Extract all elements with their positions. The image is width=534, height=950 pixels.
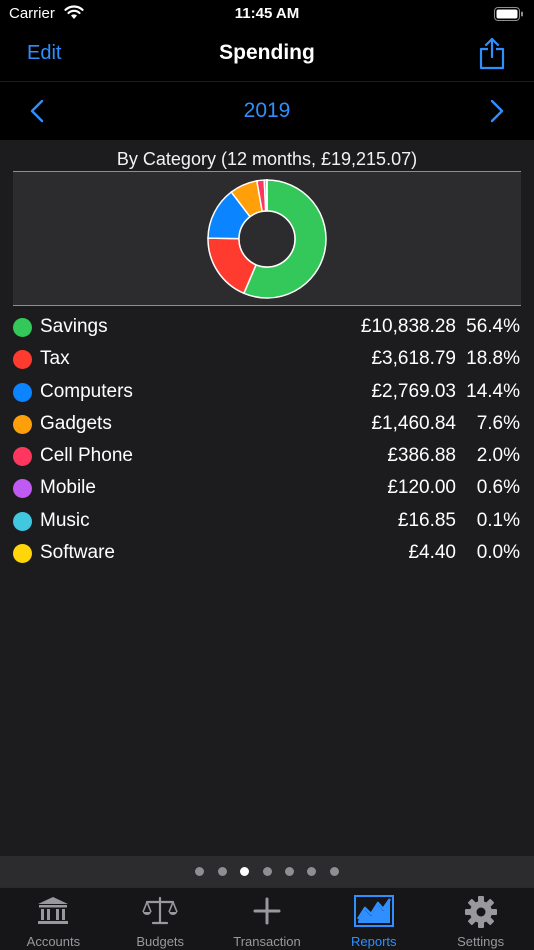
page-dot[interactable] <box>217 867 227 876</box>
category-amount: £16.85 <box>397 509 456 531</box>
page-title: Spending <box>219 41 315 64</box>
tab-budgets[interactable]: Budgets <box>107 888 214 950</box>
page-dots-row <box>0 867 534 876</box>
tab-label-budgets: Budgets <box>136 934 185 949</box>
category-name: Gadgets <box>40 412 112 434</box>
navigation-bar: Edit Spending <box>0 28 534 82</box>
legend-color-dot <box>13 414 32 434</box>
tab-accounts[interactable]: Accounts <box>0 888 107 950</box>
category-percent: 0.0% <box>476 542 520 564</box>
legend-row[interactable]: Mobile £120.00 0.6% <box>0 473 534 505</box>
status-bar: Carrier 11:45 AM <box>0 0 534 28</box>
chart-icon <box>353 895 394 927</box>
tab-reports[interactable]: Reports <box>320 888 427 950</box>
category-percent: 56.4% <box>466 316 520 337</box>
category-percent: 0.6% <box>476 477 520 499</box>
category-amount: £2,769.03 <box>371 380 456 402</box>
category-percent: 14.4% <box>466 380 520 402</box>
legend-row[interactable]: Music £16.85 0.1% <box>0 506 534 538</box>
page-dot[interactable] <box>240 867 250 876</box>
legend-row[interactable]: Gadgets £1,460.84 7.6% <box>0 409 534 441</box>
report-title: By Category (12 months, £19,215.07) <box>116 149 418 169</box>
tab-transaction[interactable]: Transaction <box>214 888 321 950</box>
category-name: Software <box>40 542 115 564</box>
category-amount: £3,618.79 <box>371 348 456 370</box>
tab-settings[interactable]: Settings <box>427 888 534 950</box>
battery-icon <box>494 7 523 21</box>
legend-row[interactable]: Savings £10,838.28 56.4% <box>0 312 534 344</box>
donut-hole <box>238 210 296 268</box>
category-amount: £1,460.84 <box>371 412 456 434</box>
legend-color-dot <box>13 382 32 402</box>
category-legend: Savings £10,838.28 56.4% Tax £3,618.79 18.8% C… <box>0 312 534 570</box>
legend-color-dot <box>13 544 32 564</box>
category-amount: £4.40 <box>408 542 456 564</box>
legend-row[interactable]: Cell Phone £386.88 2.0% <box>0 441 534 473</box>
share-icon[interactable] <box>478 36 506 70</box>
category-name: Tax <box>40 348 70 370</box>
tab-label-transaction: Transaction <box>233 934 301 949</box>
page-dot[interactable] <box>195 867 205 876</box>
category-name: Music <box>40 509 90 531</box>
plus-icon <box>253 897 281 925</box>
category-amount: £120.00 <box>387 477 456 499</box>
donut-chart <box>207 179 327 299</box>
tab-bar: Accounts Budgets Transaction Reports Set… <box>0 887 534 950</box>
gear-icon <box>464 896 497 928</box>
tab-label-settings: Settings <box>457 934 505 949</box>
donut-chart-panel[interactable] <box>13 171 521 306</box>
year-selector: 2019 <box>0 83 534 139</box>
page-dot[interactable] <box>307 867 317 876</box>
category-name: Savings <box>40 316 108 337</box>
category-name: Computers <box>40 380 133 402</box>
tab-label-reports: Reports <box>351 934 397 949</box>
legend-color-dot <box>13 479 32 499</box>
page-dot[interactable] <box>284 867 294 876</box>
category-amount: £386.88 <box>387 445 456 467</box>
scales-icon <box>142 896 178 925</box>
category-name: Mobile <box>40 477 96 499</box>
page-indicator[interactable] <box>0 856 534 887</box>
legend-row[interactable]: Software £4.40 0.0% <box>0 538 534 570</box>
chevron-right-icon[interactable] <box>490 99 504 123</box>
legend-color-dot <box>13 511 32 531</box>
category-percent: 18.8% <box>466 348 520 370</box>
legend-color-dot <box>13 318 32 337</box>
category-name: Cell Phone <box>40 445 133 467</box>
page-dot[interactable] <box>262 867 272 876</box>
year-label[interactable]: 2019 <box>0 99 534 123</box>
legend-color-dot <box>13 447 32 467</box>
category-amount: £10,838.28 <box>360 316 456 337</box>
spending-report: By Category (12 months, £19,215.07) Savi… <box>0 140 534 856</box>
category-percent: 7.6% <box>476 412 520 434</box>
tab-label-accounts: Accounts <box>26 934 81 949</box>
bank-icon <box>38 897 69 924</box>
legend-color-dot <box>13 350 32 370</box>
category-percent: 0.1% <box>476 509 520 531</box>
status-time: 11:45 AM <box>234 5 300 22</box>
category-percent: 2.0% <box>476 445 520 467</box>
page-dot[interactable] <box>329 867 339 876</box>
legend-row[interactable]: Computers £2,769.03 14.4% <box>0 377 534 409</box>
legend-row[interactable]: Tax £3,618.79 18.8% <box>0 344 534 376</box>
